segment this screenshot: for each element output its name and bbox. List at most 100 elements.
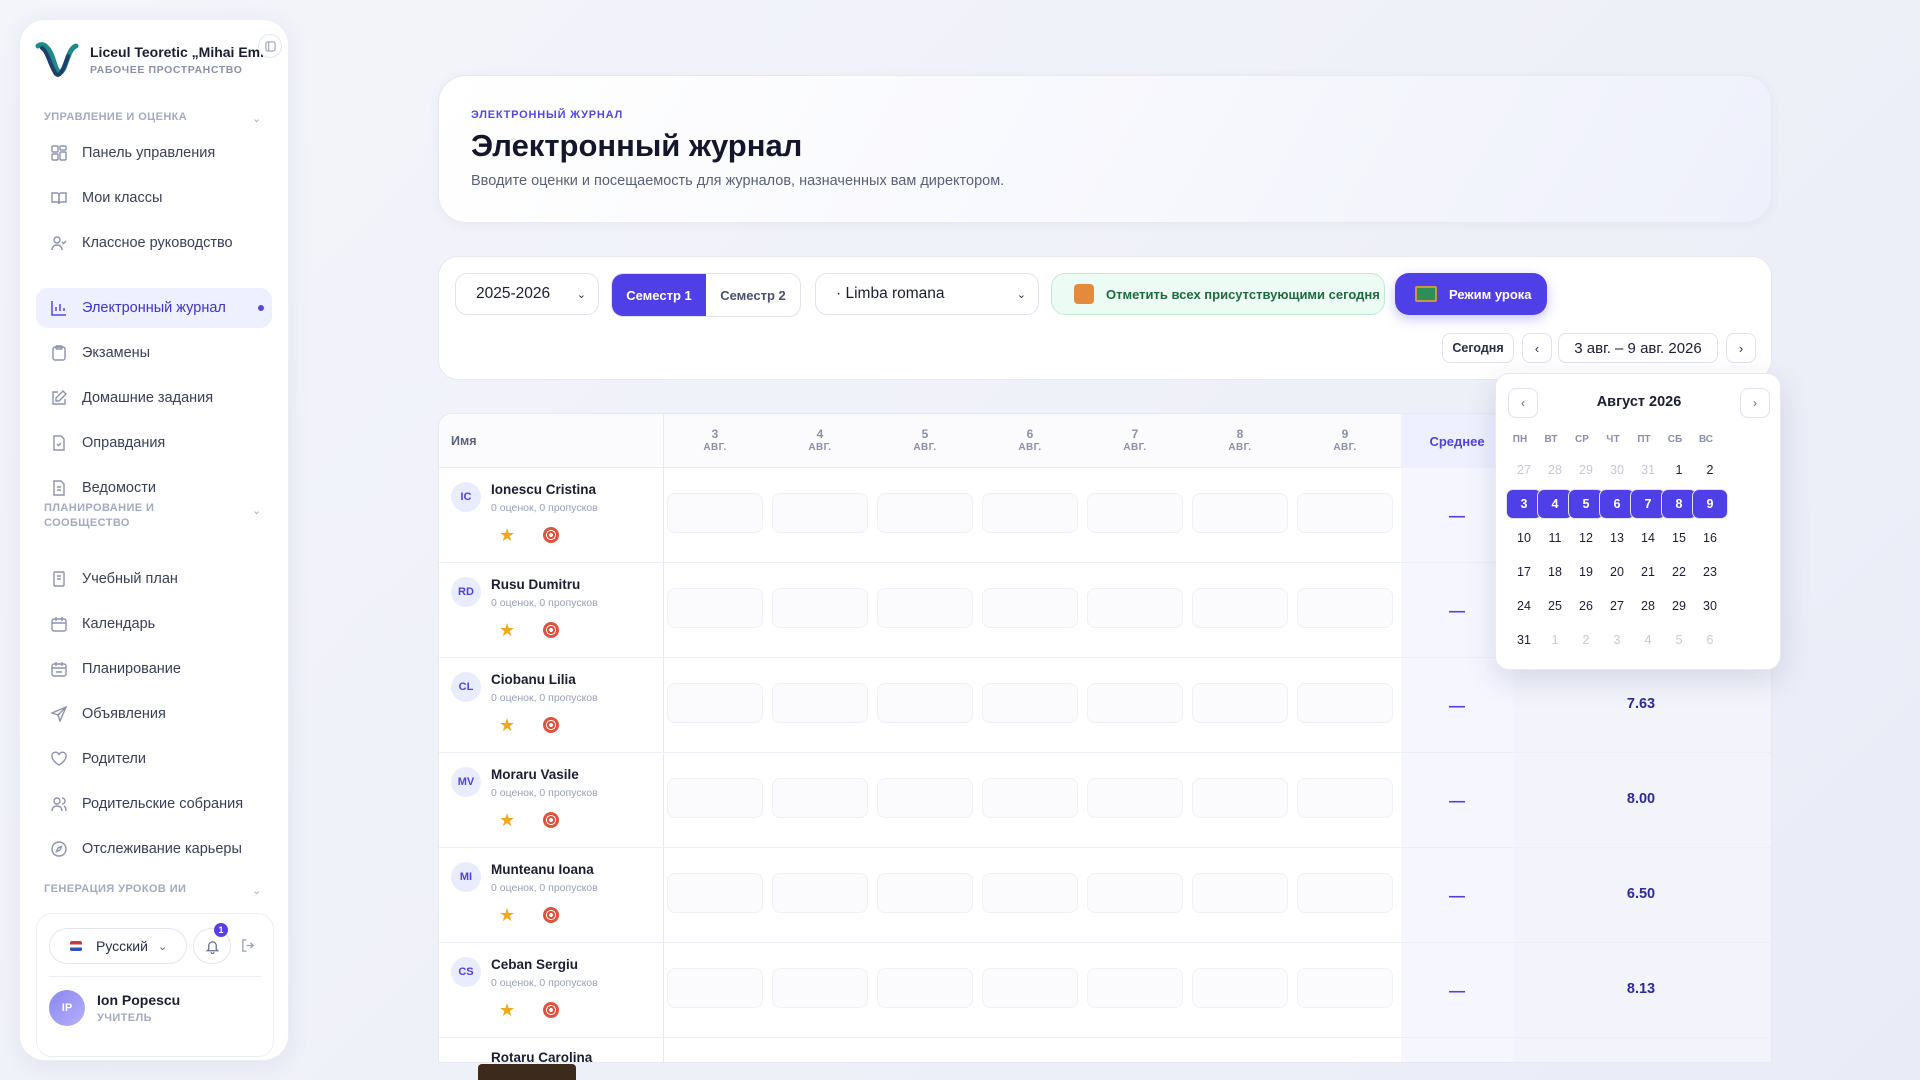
- section-title-management[interactable]: УПРАВЛЕНИЕ И ОЦЕНКА: [44, 110, 234, 125]
- sidebar-item-homeroom[interactable]: Классное руководство: [36, 223, 272, 263]
- grade-cell[interactable]: [1297, 493, 1393, 533]
- star-icon[interactable]: ★: [499, 621, 515, 639]
- grade-cell[interactable]: [1192, 778, 1288, 818]
- grade-cell[interactable]: [1297, 778, 1393, 818]
- grade-cell[interactable]: [667, 873, 763, 913]
- grade-cell[interactable]: [772, 493, 868, 533]
- star-icon[interactable]: ★: [499, 811, 515, 829]
- sidebar-item-excuses[interactable]: Оправдания: [36, 423, 272, 463]
- calendar-day[interactable]: 30: [1692, 591, 1728, 621]
- grade-cell[interactable]: [877, 873, 973, 913]
- today-button[interactable]: Сегодня: [1442, 333, 1514, 363]
- chevron-down-icon[interactable]: ⌄: [252, 112, 261, 125]
- grade-cell[interactable]: [1192, 588, 1288, 628]
- lesson-mode-button[interactable]: Режим урока: [1395, 273, 1547, 315]
- student-name[interactable]: Ionescu Cristina: [491, 482, 596, 497]
- next-week-button[interactable]: ›: [1726, 333, 1756, 363]
- section-title-planning[interactable]: ПЛАНИРОВАНИЕ И СООБЩЕСТВО: [44, 501, 234, 531]
- grade-cell[interactable]: [877, 778, 973, 818]
- target-icon[interactable]: [543, 622, 559, 638]
- sidebar-item-curriculum[interactable]: Учебный план: [36, 559, 272, 599]
- language-selector[interactable]: Русский ⌄: [49, 928, 187, 964]
- sidebar-item-parent-meetings[interactable]: Родительские собрания: [36, 784, 272, 824]
- collapse-sidebar-button[interactable]: [258, 34, 282, 58]
- grade-cell[interactable]: [982, 588, 1078, 628]
- grade-cell[interactable]: [982, 683, 1078, 723]
- student-name[interactable]: Rusu Dumitru: [491, 577, 580, 592]
- section-title-ai-lessons[interactable]: ГЕНЕРАЦИЯ УРОКОВ ИИ: [44, 882, 234, 897]
- star-icon[interactable]: ★: [499, 716, 515, 734]
- grade-cell[interactable]: [877, 588, 973, 628]
- grade-cell[interactable]: [772, 588, 868, 628]
- grade-cell[interactable]: [1297, 588, 1393, 628]
- grade-cell[interactable]: [667, 778, 763, 818]
- grade-cell[interactable]: [982, 968, 1078, 1008]
- grade-cell[interactable]: [1192, 873, 1288, 913]
- grade-cell[interactable]: [1087, 683, 1183, 723]
- grade-cell[interactable]: [772, 683, 868, 723]
- calendar-day[interactable]: 9: [1692, 489, 1728, 519]
- year-select[interactable]: 2025-2026 ⌄: [455, 273, 599, 315]
- calendar-day[interactable]: 2: [1692, 455, 1728, 485]
- grade-cell[interactable]: [1192, 493, 1288, 533]
- grade-cell[interactable]: [667, 493, 763, 533]
- target-icon[interactable]: [543, 717, 559, 733]
- target-icon[interactable]: [543, 907, 559, 923]
- chevron-down-icon[interactable]: ⌄: [252, 884, 261, 897]
- user-profile[interactable]: IP Ion Popescu УЧИТЕЛЬ: [49, 990, 180, 1026]
- grade-cell[interactable]: [1087, 968, 1183, 1008]
- grade-cell[interactable]: [667, 588, 763, 628]
- student-name[interactable]: Munteanu Ioana: [491, 862, 594, 877]
- sidebar-item-calendar[interactable]: Календарь: [36, 604, 272, 644]
- grade-cell[interactable]: [772, 778, 868, 818]
- student-name[interactable]: Rotaru Carolina: [491, 1050, 592, 1062]
- chevron-down-icon[interactable]: ⌄: [252, 504, 261, 517]
- grade-cell[interactable]: [1087, 873, 1183, 913]
- subject-select[interactable]: · Limba romana ⌄: [815, 273, 1039, 315]
- logout-icon[interactable]: [241, 938, 256, 956]
- grade-cell[interactable]: [982, 493, 1078, 533]
- grade-cell[interactable]: [982, 778, 1078, 818]
- star-icon[interactable]: ★: [499, 906, 515, 924]
- sidebar-item-career-tracking[interactable]: Отслеживание карьеры: [36, 829, 272, 869]
- grade-cell[interactable]: [667, 683, 763, 723]
- semester-1-button[interactable]: Семестр 1: [612, 274, 706, 316]
- calendar-day[interactable]: 16: [1692, 523, 1728, 553]
- grade-cell[interactable]: [1087, 588, 1183, 628]
- sidebar-item-my-classes[interactable]: Мои классы: [36, 178, 272, 218]
- prev-week-button[interactable]: ‹: [1522, 333, 1552, 363]
- calendar-day[interactable]: 23: [1692, 557, 1728, 587]
- semester-2-button[interactable]: Семестр 2: [706, 274, 800, 316]
- mark-all-present-button[interactable]: Отметить всех присутствующими сегодня: [1051, 273, 1385, 315]
- star-icon[interactable]: ★: [499, 526, 515, 544]
- sidebar-item-e-journal[interactable]: Электронный журнал: [36, 288, 272, 328]
- brand[interactable]: Liceul Teoretic „Mihai Emi... РАБОЧЕЕ ПР…: [34, 38, 274, 82]
- target-icon[interactable]: [543, 812, 559, 828]
- star-icon[interactable]: ★: [499, 1001, 515, 1019]
- grade-cell[interactable]: [1297, 683, 1393, 723]
- target-icon[interactable]: [543, 1002, 559, 1018]
- sidebar-item-exams[interactable]: Экзамены: [36, 333, 272, 373]
- grade-cell[interactable]: [1192, 683, 1288, 723]
- grade-cell[interactable]: [1297, 873, 1393, 913]
- grade-cell[interactable]: [1192, 968, 1288, 1008]
- next-month-button[interactable]: ›: [1740, 388, 1770, 418]
- student-name[interactable]: Ciobanu Lilia: [491, 672, 576, 687]
- sidebar-item-homework[interactable]: Домашние задания: [36, 378, 272, 418]
- column-header-name[interactable]: Имя: [451, 434, 477, 448]
- grade-cell[interactable]: [877, 493, 973, 533]
- notifications-button[interactable]: 1: [193, 923, 231, 964]
- calendar-day[interactable]: 6: [1692, 625, 1728, 655]
- grade-cell[interactable]: [982, 873, 1078, 913]
- grade-cell[interactable]: [877, 683, 973, 723]
- grade-cell[interactable]: [877, 968, 973, 1008]
- sidebar-item-planning[interactable]: Планирование: [36, 649, 272, 689]
- grade-cell[interactable]: [772, 968, 868, 1008]
- sidebar-item-announcements[interactable]: Объявления: [36, 694, 272, 734]
- sidebar-item-dashboard[interactable]: Панель управления: [36, 133, 272, 173]
- grade-cell[interactable]: [1297, 968, 1393, 1008]
- grade-cell[interactable]: [772, 873, 868, 913]
- sidebar-item-parents[interactable]: Родители: [36, 739, 272, 779]
- student-name[interactable]: Moraru Vasile: [491, 767, 579, 782]
- target-icon[interactable]: [543, 527, 559, 543]
